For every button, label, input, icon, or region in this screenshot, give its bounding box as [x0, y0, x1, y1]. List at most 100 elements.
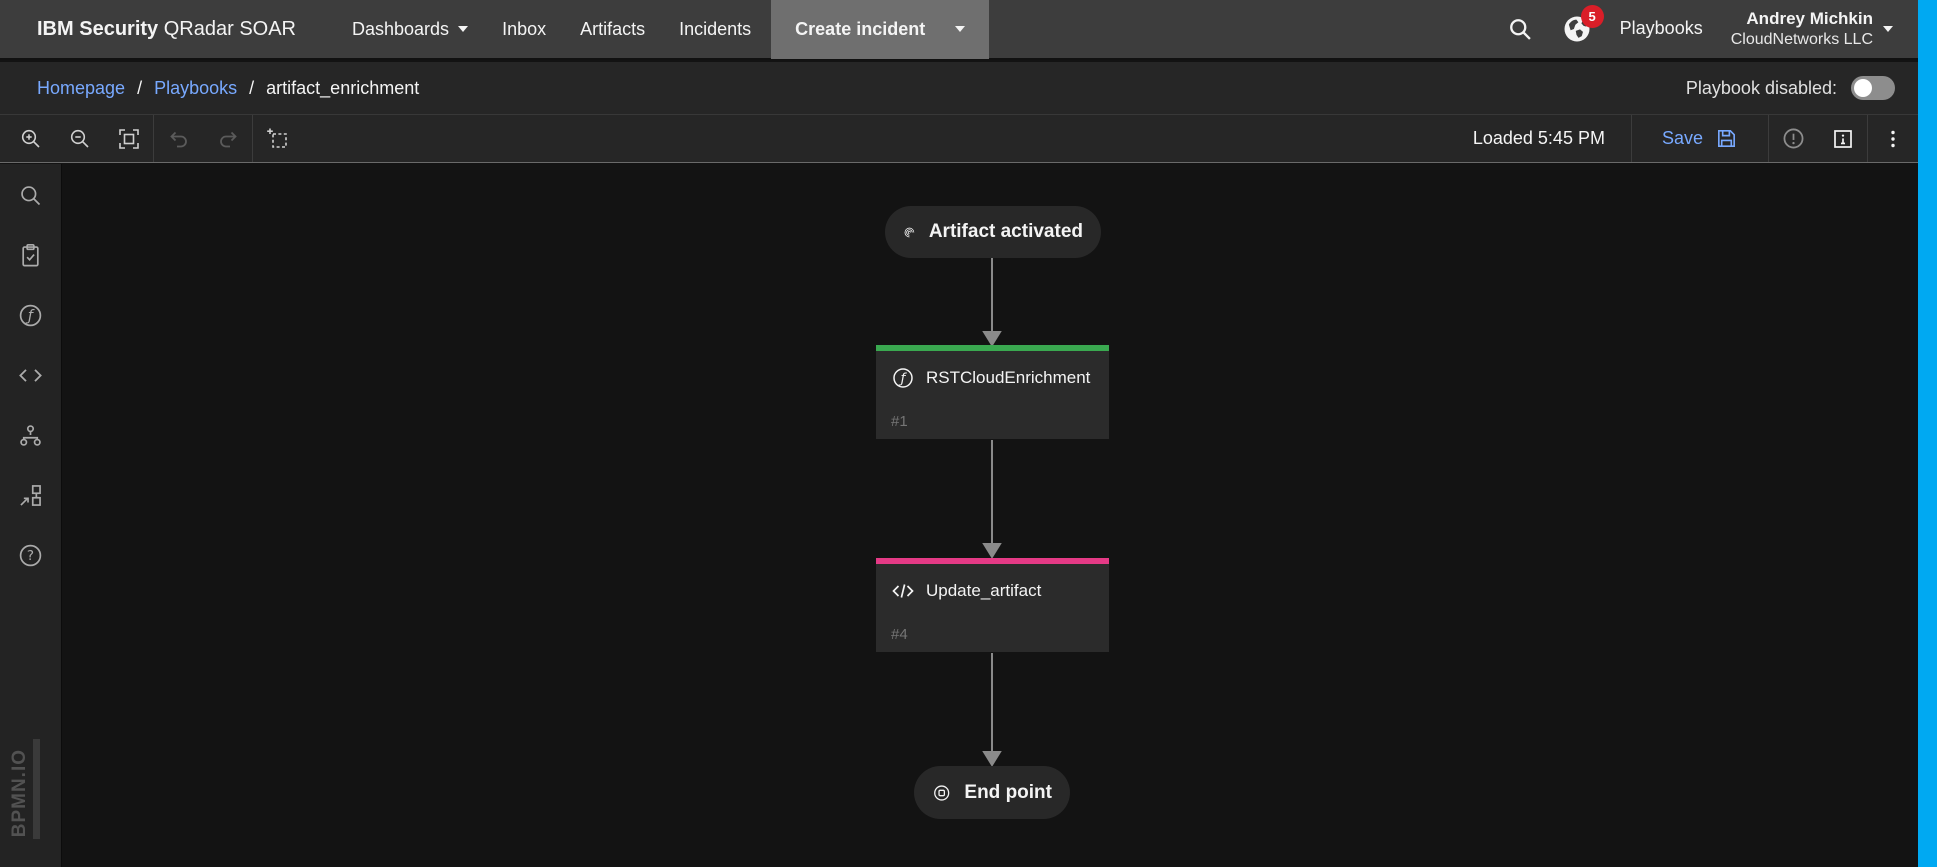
fingerprint-icon: [903, 219, 916, 246]
create-incident-label: Create incident: [795, 19, 925, 40]
svg-text:ƒ: ƒ: [25, 307, 35, 324]
arrowhead-icon: [984, 332, 1000, 345]
search-tool-button[interactable]: [17, 182, 44, 209]
multi-select-button[interactable]: [253, 115, 302, 162]
save-label: Save: [1662, 128, 1703, 149]
fit-view-button[interactable]: [104, 115, 153, 162]
chevron-down-icon: [458, 26, 468, 32]
node-header: ƒ RSTCloudEnrichment: [891, 366, 1094, 390]
create-incident-button[interactable]: Create incident: [771, 0, 989, 59]
node-script-update-artifact[interactable]: Update_artifact #4: [876, 558, 1109, 652]
redo-icon: [216, 127, 240, 151]
nav-item-incidents[interactable]: Incidents: [679, 19, 751, 40]
save-button[interactable]: Save: [1632, 115, 1768, 162]
breadcrumb-separator: /: [249, 78, 254, 99]
nav-item-playbooks[interactable]: Playbooks: [1620, 18, 1703, 39]
chevron-down-icon[interactable]: [955, 26, 965, 32]
clipboard-check-icon: [17, 242, 44, 269]
overflow-menu-icon: [1881, 127, 1905, 151]
screen-edge-strip: [1918, 0, 1937, 867]
editor-toolbar: Loaded 5:45 PM Save: [0, 114, 1937, 163]
scripts-tool-button[interactable]: [17, 362, 44, 389]
multi-select-icon: [266, 127, 290, 151]
overflow-menu-button[interactable]: [1868, 115, 1917, 162]
code-icon: [17, 362, 44, 389]
function-circle-icon: ƒ: [891, 366, 915, 390]
palette-sidebar: ƒ ? BPMN.IO: [0, 164, 62, 867]
stop-icon: [932, 780, 951, 806]
playbook-disabled-group: Playbook disabled:: [1686, 76, 1895, 100]
sub-playbook-icon: [17, 482, 44, 509]
zoom-out-button[interactable]: [55, 115, 104, 162]
decision-tool-button[interactable]: [17, 422, 44, 449]
bpmn-watermark-bar: [33, 739, 40, 839]
brand-security: Security: [79, 18, 158, 40]
playbook-canvas[interactable]: Artifact activated ƒ RSTCloudEnrichment …: [62, 164, 1937, 867]
warning-icon: [1781, 126, 1806, 151]
tasks-tool-button[interactable]: [17, 242, 44, 269]
node-label: Artifact activated: [929, 221, 1083, 243]
nav-menu: Dashboards Inbox Artifacts Incidents: [352, 19, 751, 40]
breadcrumb-bar: Homepage / Playbooks / artifact_enrichme…: [0, 62, 1937, 114]
notifications-badge: 5: [1581, 5, 1604, 28]
functions-tool-button[interactable]: ƒ: [17, 302, 44, 329]
brand-ibm: IBM: [37, 18, 74, 40]
decision-tree-icon: [17, 422, 44, 449]
nav-item-inbox[interactable]: Inbox: [502, 19, 546, 40]
node-header: Update_artifact: [891, 579, 1094, 603]
flow-edges: [62, 164, 1937, 867]
brand-logo[interactable]: IBM Security QRadar SOAR: [37, 18, 296, 41]
loaded-status: Loaded 5:45 PM: [1447, 115, 1631, 162]
node-id-badge: #4: [891, 626, 1094, 643]
zoom-in-button[interactable]: [6, 115, 55, 162]
top-navigation-bar: IBM Security QRadar SOAR Dashboards Inbo…: [0, 0, 1937, 60]
search-icon[interactable]: [1506, 15, 1534, 43]
nav-item-label: Artifacts: [580, 19, 645, 40]
save-icon: [1715, 127, 1738, 150]
globe-notifications-icon[interactable]: 5: [1562, 14, 1592, 44]
node-function-rstcloudenrichment[interactable]: ƒ RSTCloudEnrichment #1: [876, 345, 1109, 439]
nav-item-label: Incidents: [679, 19, 751, 40]
node-label: End point: [964, 782, 1052, 804]
toolbar-right-group: Loaded 5:45 PM Save: [1447, 115, 1917, 162]
playbook-disabled-toggle[interactable]: [1851, 76, 1895, 100]
breadcrumb-current: artifact_enrichment: [266, 78, 419, 99]
brand-product: QRadar SOAR: [164, 18, 296, 40]
undo-icon: [167, 127, 191, 151]
user-menu[interactable]: Andrey Michkin CloudNetworks LLC: [1731, 9, 1893, 49]
svg-text:?: ?: [27, 548, 34, 564]
node-start-artifact-activated[interactable]: Artifact activated: [885, 206, 1101, 258]
user-org: CloudNetworks LLC: [1731, 30, 1873, 49]
code-icon: [891, 579, 915, 603]
bpmn-watermark: BPMN.IO: [0, 725, 62, 845]
help-button[interactable]: ?: [17, 542, 44, 569]
node-label: RSTCloudEnrichment: [926, 368, 1090, 388]
nav-item-dashboards[interactable]: Dashboards: [352, 19, 468, 40]
arrowhead-icon: [984, 752, 1000, 765]
zoom-in-icon: [19, 127, 43, 151]
help-icon: ?: [17, 542, 44, 569]
undo-button[interactable]: [154, 115, 203, 162]
breadcrumb-link-homepage[interactable]: Homepage: [37, 78, 125, 99]
node-label: Update_artifact: [926, 581, 1041, 601]
breadcrumb-link-playbooks[interactable]: Playbooks: [154, 78, 237, 99]
user-block: Andrey Michkin CloudNetworks LLC: [1731, 9, 1873, 49]
redo-button[interactable]: [203, 115, 252, 162]
nav-item-label: Dashboards: [352, 19, 449, 40]
toggle-knob: [1854, 79, 1872, 97]
search-icon: [17, 182, 44, 209]
user-name: Andrey Michkin: [1731, 9, 1873, 29]
details-panel-button[interactable]: [1818, 115, 1867, 162]
nav-item-artifacts[interactable]: Artifacts: [580, 19, 645, 40]
bpmn-watermark-text: BPMN.IO: [9, 749, 31, 837]
validation-warnings-button[interactable]: [1769, 115, 1818, 162]
playbook-disabled-label: Playbook disabled:: [1686, 78, 1837, 99]
info-panel-icon: [1831, 127, 1855, 151]
node-id-badge: #1: [891, 413, 1094, 430]
node-end-point[interactable]: End point: [914, 766, 1070, 819]
nav-right-group: 5 Playbooks Andrey Michkin CloudNetworks…: [1506, 9, 1893, 49]
sub-playbook-tool-button[interactable]: [17, 482, 44, 509]
breadcrumb-separator: /: [137, 78, 142, 99]
svg-text:ƒ: ƒ: [898, 371, 908, 387]
toolbar-left-group: [0, 115, 302, 162]
